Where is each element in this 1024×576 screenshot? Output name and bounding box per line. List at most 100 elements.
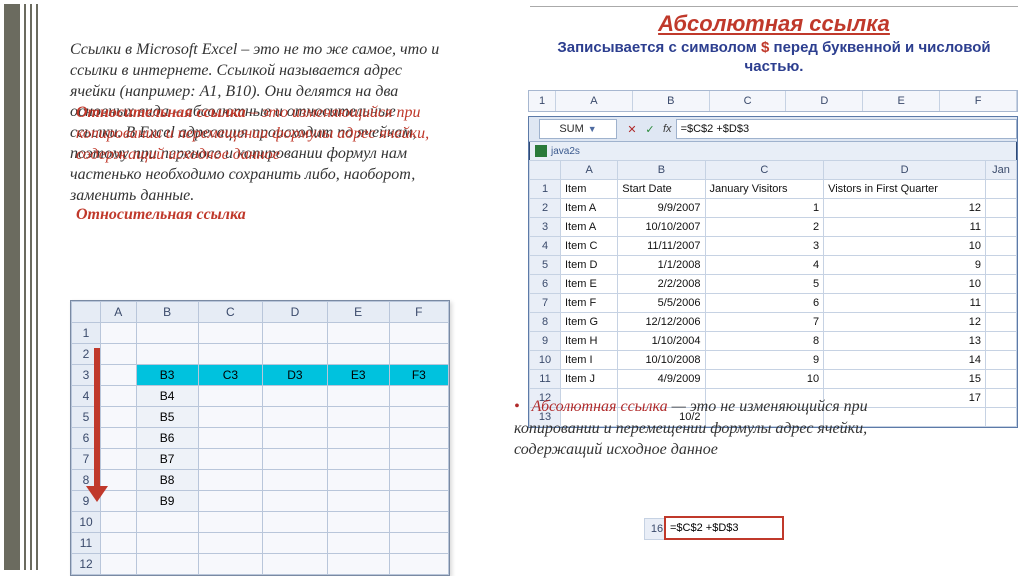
cell[interactable] [986,408,1017,427]
cell[interactable]: 5/5/2006 [618,294,705,313]
cell[interactable] [986,389,1017,408]
cell[interactable]: 10/10/2007 [618,218,705,237]
cell[interactable] [263,554,328,575]
cell[interactable] [327,344,389,365]
cell[interactable] [198,323,263,344]
table-row[interactable]: 11Item J4/9/20091015 [530,370,1017,389]
cell[interactable]: 1 [705,199,824,218]
cell[interactable]: 12/12/2006 [618,313,705,332]
cell[interactable]: B9 [136,491,198,512]
row-num[interactable]: 4 [72,386,101,407]
row-num[interactable]: 6 [72,428,101,449]
enter-icon[interactable]: ✓ [641,120,659,138]
cell[interactable] [263,449,328,470]
cell[interactable] [198,344,263,365]
cell[interactable] [389,491,448,512]
table-row[interactable]: 1 [72,323,449,344]
cell[interactable] [389,512,448,533]
cell[interactable]: B7 [136,449,198,470]
cell[interactable] [101,428,137,449]
cell[interactable]: 9/9/2007 [618,199,705,218]
cell[interactable] [327,323,389,344]
row-num[interactable]: 3 [72,365,101,386]
cell[interactable] [198,449,263,470]
cell[interactable]: 8 [705,332,824,351]
cell[interactable] [263,323,328,344]
table-row[interactable]: 2 [72,344,449,365]
table-row[interactable]: 10Item I10/10/2008914 [530,351,1017,370]
row-num[interactable]: 8 [530,313,561,332]
cell[interactable] [136,533,198,554]
row-num[interactable]: 1 [72,323,101,344]
cell[interactable]: B4 [136,386,198,407]
edit-cell-16[interactable]: =$C$2 +$D$3 [664,516,784,540]
col-head-b[interactable]: B [618,161,705,180]
cell[interactable]: 10 [824,237,986,256]
col-head[interactable]: B [136,302,198,323]
cell[interactable] [986,199,1017,218]
cell[interactable]: Item D [561,256,618,275]
table-row[interactable]: 8B8 [72,470,449,491]
row-num[interactable]: 2 [72,344,101,365]
cell[interactable] [986,180,1017,199]
cell[interactable]: Item [561,180,618,199]
worksheet-grid[interactable]: A B C D Jan 1 Item Start Date January Vi… [529,160,1017,427]
cell[interactable]: B6 [136,428,198,449]
cell[interactable] [389,449,448,470]
cancel-icon[interactable]: ✕ [623,120,641,138]
cell[interactable] [986,294,1017,313]
cell[interactable] [986,370,1017,389]
cell[interactable]: 2 [705,218,824,237]
cell[interactable] [198,533,263,554]
cell[interactable] [389,533,448,554]
table-row[interactable]: 7Item F5/5/2006611 [530,294,1017,313]
row-num[interactable]: 2 [530,199,561,218]
cell[interactable] [101,323,137,344]
row-num[interactable]: 12 [72,554,101,575]
cell[interactable] [327,512,389,533]
cell[interactable]: 13 [824,332,986,351]
table-row[interactable]: 3B3C3D3E3F3 [72,365,449,386]
col-head-a[interactable]: A [561,161,618,180]
cell[interactable]: 3 [705,237,824,256]
cell[interactable]: 10/10/2008 [618,351,705,370]
row-num[interactable]: 8 [72,470,101,491]
cell[interactable] [101,491,137,512]
cell[interactable]: 1/1/2008 [618,256,705,275]
cell[interactable]: 11/11/2007 [618,237,705,256]
row-num[interactable]: 7 [72,449,101,470]
namebox-dropdown-icon[interactable]: ▼ [588,124,597,134]
workbook-tab[interactable]: java2s [529,142,1017,160]
cell[interactable]: 4 [705,256,824,275]
cell[interactable] [389,554,448,575]
cell[interactable] [101,407,137,428]
cell[interactable]: Vistors in First Quarter [824,180,986,199]
table-row[interactable]: 12 [72,554,449,575]
cell[interactable] [986,332,1017,351]
row-num[interactable]: 11 [72,533,101,554]
cell[interactable] [136,512,198,533]
cell[interactable] [263,344,328,365]
cell[interactable]: Item A [561,218,618,237]
cell[interactable]: Item H [561,332,618,351]
cell[interactable] [986,313,1017,332]
cell[interactable] [198,470,263,491]
table-row[interactable]: 9 B9 [72,491,449,512]
cell[interactable]: 12 [824,313,986,332]
cell[interactable]: Item G [561,313,618,332]
cell[interactable] [986,275,1017,294]
row-num[interactable]: 11 [530,370,561,389]
cell[interactable]: Item J [561,370,618,389]
cell[interactable]: E3 [327,365,389,386]
table-row[interactable]: 2Item A9/9/2007112 [530,199,1017,218]
cell[interactable] [389,323,448,344]
cell[interactable]: Item I [561,351,618,370]
cell[interactable] [986,256,1017,275]
table-row[interactable]: 7 B7 [72,449,449,470]
cell[interactable] [263,512,328,533]
cell[interactable] [101,512,137,533]
row-num[interactable]: 9 [72,491,101,512]
cell[interactable]: 4/9/2009 [618,370,705,389]
cell[interactable]: Start Date [618,180,705,199]
cell[interactable]: 5 [705,275,824,294]
